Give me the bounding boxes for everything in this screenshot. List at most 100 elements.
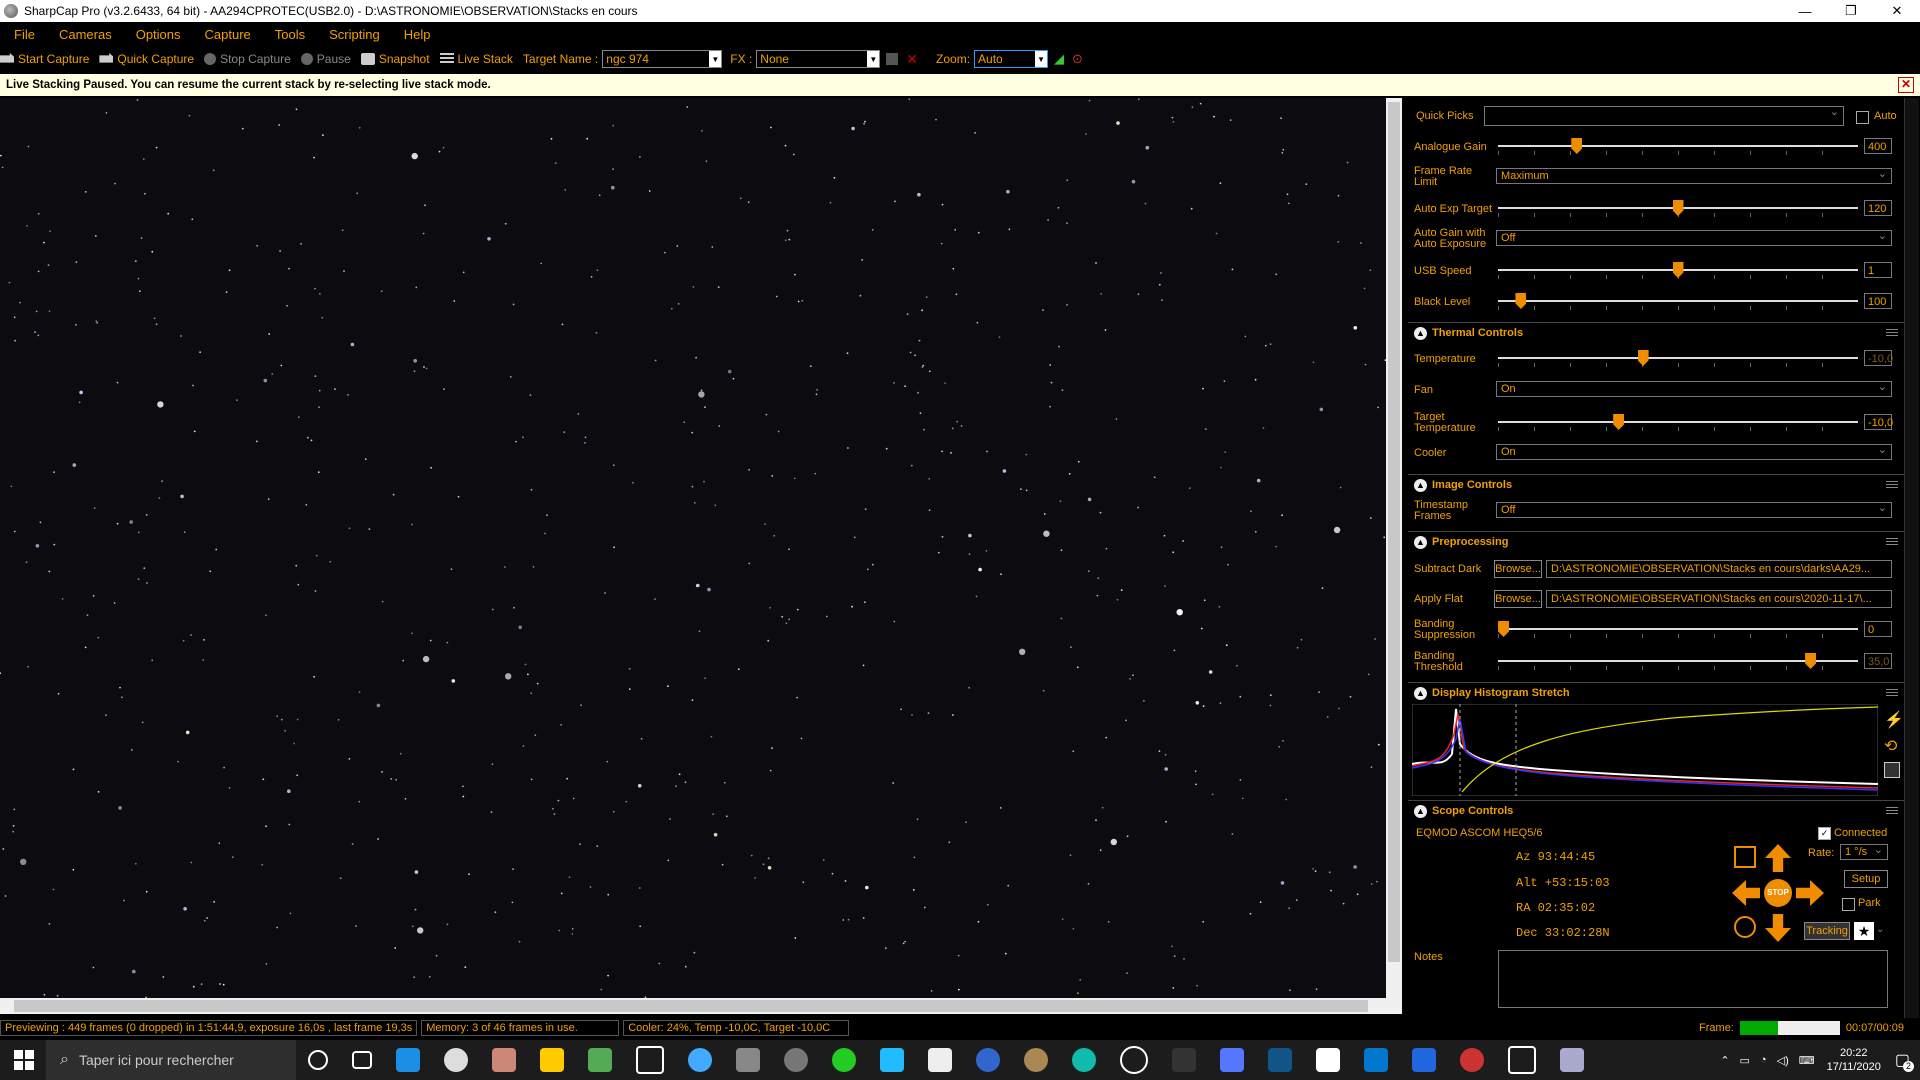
timestamp-frames-select[interactable]: Off	[1496, 501, 1892, 518]
task-view-icon[interactable]	[352, 1051, 372, 1069]
arrow-right-icon[interactable]	[1796, 880, 1824, 906]
banding-threshold-value[interactable]: 35,0	[1864, 653, 1892, 669]
stop-capture-button[interactable]: Stop Capture	[204, 52, 291, 66]
fx-clear-icon[interactable]: ✕	[906, 51, 918, 68]
menu-help[interactable]: Help	[404, 27, 431, 42]
app-icon[interactable]	[1172, 1048, 1196, 1072]
collapse-icon[interactable]: ▲	[1414, 687, 1427, 700]
sharpcap-icon[interactable]	[784, 1048, 808, 1072]
close-icon[interactable]: ✕	[1898, 77, 1914, 93]
mail-icon[interactable]	[396, 1048, 420, 1072]
fan-select[interactable]: On	[1496, 380, 1892, 397]
chevron-down-icon[interactable]: ▼	[709, 51, 722, 67]
subtract-dark-browse-button[interactable]: Browse...	[1494, 560, 1542, 578]
goto-center-icon[interactable]	[1734, 846, 1756, 868]
network-icon[interactable]: ◔	[1760, 1054, 1767, 1066]
thermal-controls-header[interactable]: ▲ Thermal Controls	[1408, 322, 1908, 343]
frame-rate-select[interactable]: Maximum	[1496, 167, 1892, 184]
usb-speed-value[interactable]: 1	[1864, 262, 1892, 278]
horizontal-scrollbar[interactable]	[0, 998, 1386, 1014]
quick-capture-button[interactable]: Quick Capture	[99, 52, 194, 66]
menu-icon[interactable]	[1886, 538, 1898, 546]
app-icon[interactable]	[736, 1048, 760, 1072]
chevron-down-icon[interactable]: ▼	[1035, 51, 1048, 67]
app-icon[interactable]	[928, 1048, 952, 1072]
zoom-icon[interactable]: ⊙	[1072, 51, 1083, 67]
auto-stretch-icon[interactable]: ⚡	[1884, 710, 1904, 730]
app-icon[interactable]	[1120, 1046, 1148, 1074]
settings-icon[interactable]	[444, 1048, 468, 1072]
histogram-icon[interactable]: ◢	[1054, 51, 1064, 67]
collapse-icon[interactable]: ▲	[1414, 327, 1427, 340]
app-icon[interactable]	[492, 1048, 516, 1072]
close-window-button[interactable]: ✕	[1874, 0, 1920, 22]
histogram-header[interactable]: ▲ Display Histogram Stretch	[1408, 682, 1908, 703]
menu-capture[interactable]: Capture	[205, 27, 251, 42]
reset-icon[interactable]: ⟲	[1884, 736, 1897, 756]
keyboard-icon[interactable]: ⌨	[1799, 1054, 1815, 1067]
app-icon[interactable]	[636, 1046, 664, 1074]
menu-icon[interactable]	[1886, 689, 1898, 697]
usb-speed-slider[interactable]	[1498, 262, 1858, 282]
black-level-slider[interactable]	[1498, 293, 1858, 313]
snapshot-button[interactable]: Snapshot	[360, 52, 430, 66]
app-icon[interactable]	[1024, 1048, 1048, 1072]
menu-icon[interactable]	[1886, 481, 1898, 489]
image-controls-header[interactable]: ▲ Image Controls	[1408, 474, 1908, 495]
minimize-button[interactable]: —	[1782, 0, 1828, 22]
histogram-graph[interactable]	[1412, 704, 1878, 796]
arrow-up-icon[interactable]	[1765, 844, 1791, 872]
live-stack-button[interactable]: Live Stack	[439, 52, 513, 66]
stop-button[interactable]: STOP	[1764, 879, 1792, 907]
image-viewer[interactable]	[0, 98, 1386, 1014]
banding-suppression-value[interactable]: 0	[1864, 621, 1892, 637]
maximize-button[interactable]: ❐	[1828, 0, 1874, 22]
app-icon[interactable]	[688, 1048, 712, 1072]
app-icon[interactable]	[1560, 1048, 1584, 1072]
fx-select[interactable]: None ▼	[756, 50, 881, 68]
start-capture-button[interactable]: Start Capture	[0, 52, 89, 66]
auto-exp-target-slider[interactable]	[1498, 200, 1858, 220]
cortana-icon[interactable]	[308, 1050, 328, 1070]
notification-icon[interactable]: ▢ 2	[1895, 1050, 1914, 1072]
quick-picks-select[interactable]	[1484, 105, 1844, 126]
apply-flat-path[interactable]: D:\ASTRONOMIE\OBSERVATION\Stacks en cour…	[1546, 590, 1892, 608]
arrow-down-icon[interactable]	[1765, 914, 1791, 942]
menu-icon[interactable]	[1886, 329, 1898, 337]
edge-icon[interactable]	[1072, 1048, 1096, 1072]
scope-controls-header[interactable]: ▲ Scope Controls	[1408, 800, 1908, 821]
app-icon[interactable]	[1508, 1046, 1536, 1074]
menu-file[interactable]: File	[14, 27, 35, 42]
preprocessing-header[interactable]: ▲ Preprocessing	[1408, 531, 1908, 552]
auto-gain-select[interactable]: Off	[1496, 229, 1892, 246]
menu-options[interactable]: Options	[136, 27, 181, 42]
notes-textarea[interactable]	[1498, 950, 1888, 1008]
auto-checkbox[interactable]	[1856, 111, 1869, 124]
menu-cameras[interactable]: Cameras	[59, 27, 112, 42]
menu-icon[interactable]	[1886, 807, 1898, 815]
collapse-icon[interactable]: ▲	[1414, 536, 1427, 549]
app-icon[interactable]	[1460, 1048, 1484, 1072]
volume-icon[interactable]: ◁)	[1777, 1054, 1789, 1067]
app-icon[interactable]	[1316, 1048, 1340, 1072]
save-icon[interactable]	[1884, 762, 1900, 778]
clock[interactable]: 20:22 17/11/2020	[1827, 1046, 1881, 1074]
taskbar-search[interactable]: ⌕ Taper ici pour rechercher	[46, 1040, 296, 1080]
app-icon[interactable]	[832, 1048, 856, 1072]
connected-checkbox[interactable]: ✓	[1818, 827, 1831, 840]
target-name-input[interactable]: ngc 974 ▼	[602, 50, 723, 68]
discord-icon[interactable]	[1220, 1048, 1244, 1072]
menu-scripting[interactable]: Scripting	[329, 27, 380, 42]
app-icon[interactable]	[588, 1048, 612, 1072]
collapse-icon[interactable]: ▲	[1414, 479, 1427, 492]
app-icon[interactable]	[880, 1048, 904, 1072]
tray-chevron-icon[interactable]: ⌃	[1720, 1054, 1729, 1067]
tracking-button[interactable]: Tracking	[1804, 922, 1850, 940]
star-icon[interactable]: ★	[1854, 922, 1874, 940]
banding-threshold-slider[interactable]	[1498, 653, 1858, 673]
subtract-dark-path[interactable]: D:\ASTRONOMIE\OBSERVATION\Stacks en cour…	[1546, 560, 1892, 578]
app-icon[interactable]	[1364, 1048, 1388, 1072]
fx-settings-icon[interactable]	[886, 53, 899, 65]
scope-setup-button[interactable]: Setup	[1844, 870, 1888, 888]
battery-icon[interactable]: ▭	[1740, 1054, 1750, 1067]
